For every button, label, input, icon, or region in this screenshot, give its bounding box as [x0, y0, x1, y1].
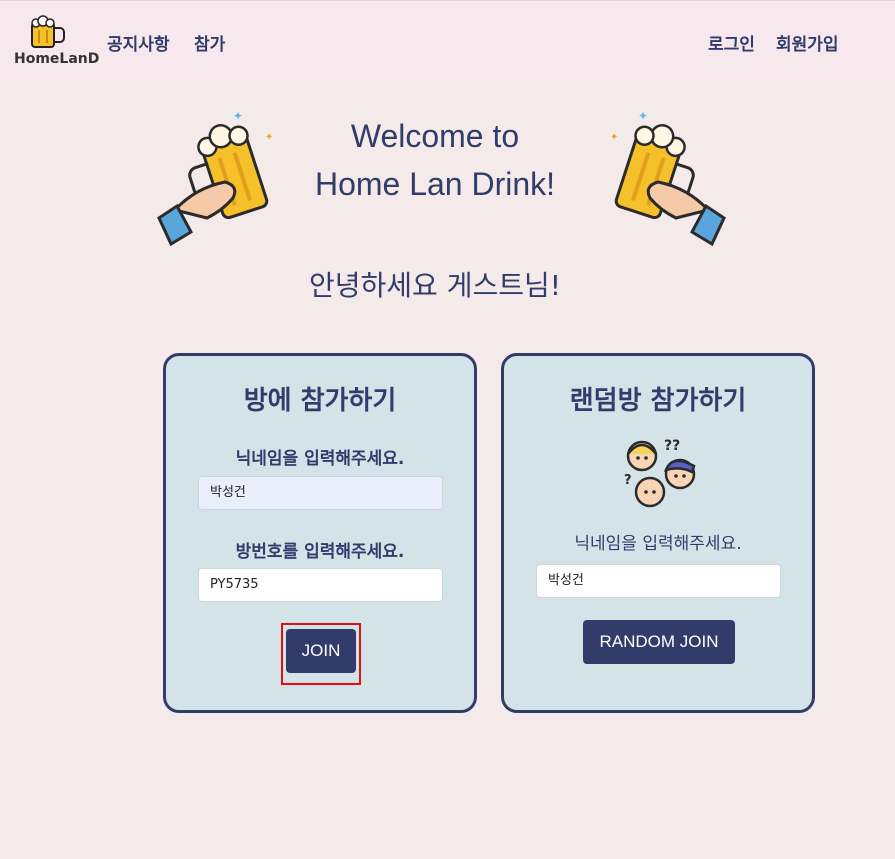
homeland-logo[interactable]: HomeLanD	[12, 15, 99, 71]
room-number-label: 방번호를 입력해주세요.	[235, 542, 405, 562]
random-room-title: 랜덤방 참가하기	[569, 386, 747, 416]
hero-title-line1: Welcome to	[350, 118, 520, 154]
room-number-input[interactable]: PY5735	[198, 568, 443, 602]
beer-mug-icon	[31, 15, 65, 48]
nav-join[interactable]: 참가	[194, 30, 225, 55]
greeting-text: 안녕하세요 게스트님!	[309, 269, 561, 302]
random-nickname-label: 닉네임을 입력해주세요.	[574, 534, 742, 554]
cheers-beer-left-icon: ✦ ✦	[157, 110, 273, 247]
hero-title-line2: Home Lan Drink!	[314, 166, 556, 202]
svg-text:?: ?	[624, 473, 632, 488]
svg-text:✦: ✦	[265, 132, 273, 143]
logo-text: HomeLanD	[14, 51, 100, 67]
hero-title: Welcome to Home Lan Drink!	[290, 112, 580, 208]
join-nickname-input[interactable]: 박성건	[198, 476, 443, 510]
svg-text:??: ??	[664, 438, 680, 454]
join-nickname-label: 닉네임을 입력해주세요.	[235, 449, 405, 469]
login-link[interactable]: 로그인	[708, 30, 755, 55]
cheers-beer-right-icon: ✦ ✦	[610, 110, 726, 247]
join-room-title: 방에 참가하기	[243, 386, 397, 416]
top-navbar: HomeLanD 공지사항 참가 로그인 회원가입	[0, 0, 895, 80]
join-button-highlight	[281, 623, 361, 685]
signup-link[interactable]: 회원가입	[776, 30, 839, 55]
random-room-card: 랜덤방 참가하기 ?? ? 닉네임을 입력해주세요. 박성건 RANDOM JO…	[501, 353, 815, 713]
random-nickname-input[interactable]: 박성건	[536, 564, 781, 598]
confused-people-icon: ?? ?	[624, 438, 696, 508]
svg-text:✦: ✦	[638, 110, 648, 123]
svg-text:✦: ✦	[233, 110, 243, 123]
random-join-button[interactable]: RANDOM JOIN	[583, 620, 735, 664]
svg-text:✦: ✦	[610, 132, 618, 143]
nav-notice[interactable]: 공지사항	[107, 30, 170, 55]
